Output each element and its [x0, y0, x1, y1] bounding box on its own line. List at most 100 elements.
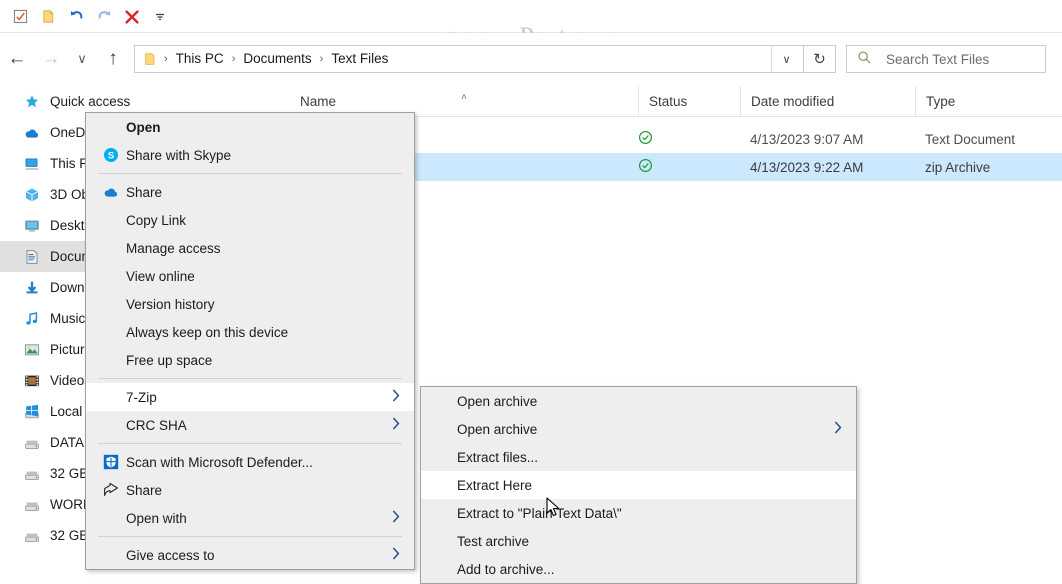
menu-item-version-history[interactable]: Version history: [86, 290, 414, 318]
onedrive-cloud-icon: [24, 125, 50, 141]
menu-item-view-online[interactable]: View online: [86, 262, 414, 290]
refresh-button[interactable]: ↻: [804, 45, 836, 73]
submenu-item-test-archive[interactable]: Test archive: [421, 527, 856, 555]
submenu-item-extract-to-plain-text-data[interactable]: Extract to "Plain Text Data\": [421, 499, 856, 527]
chevron-right-icon: [392, 547, 400, 563]
desktop-icon: [24, 218, 50, 234]
undo-icon[interactable]: [62, 4, 90, 30]
recent-locations-dropdown[interactable]: ∨: [68, 42, 96, 76]
submenu-item-extract-here[interactable]: Extract Here: [421, 471, 856, 499]
documents-icon: [24, 249, 50, 265]
menu-item-open-with[interactable]: Open with: [86, 504, 414, 532]
customize-dropdown-icon[interactable]: [146, 4, 174, 30]
menu-item-scan-with-microsoft-defender[interactable]: Scan with Microsoft Defender...: [86, 448, 414, 476]
folder-icon: [137, 52, 163, 66]
chevron-right-icon: [834, 421, 842, 437]
drive-icon: [24, 497, 50, 513]
menu-item-7-zip[interactable]: 7-Zip: [86, 383, 414, 411]
column-header-status-label[interactable]: Status: [649, 94, 687, 109]
address-history-dropdown-icon[interactable]: ∨: [771, 46, 801, 72]
submenu-item-extract-files[interactable]: Extract files...: [421, 443, 856, 471]
menu-item-label: Free up space: [126, 352, 213, 368]
column-header-type: Type: [915, 85, 1062, 117]
new-folder-icon[interactable]: [34, 4, 62, 30]
drive-icon: [24, 466, 50, 482]
menu-item-label: Open with: [126, 510, 187, 526]
column-header-date-modified: Date modified: [740, 85, 915, 117]
context-submenu-7zip[interactable]: Open archive Open archive Extract files...…: [420, 386, 857, 584]
back-button[interactable]: ←: [0, 42, 34, 76]
breadcrumb[interactable]: › This PC › Documents › Text Files ∨: [134, 45, 804, 73]
chevron-right-icon: [392, 417, 400, 433]
breadcrumb-item-this-pc[interactable]: This PC: [169, 47, 231, 71]
menu-item-label: Share: [126, 184, 163, 200]
onedrive-cloud-icon: [98, 184, 124, 200]
menu-item-label: Share with Skype: [126, 147, 232, 163]
submenu-item-label: Extract Here: [457, 477, 533, 493]
submenu-item-label: Extract to "Plain Text Data\": [457, 505, 622, 521]
submenu-item-label: Add to archive...: [457, 561, 555, 577]
up-button[interactable]: ↑: [96, 42, 130, 76]
search-input[interactable]: Search Text Files: [846, 45, 1046, 73]
menu-item-manage-access[interactable]: Manage access: [86, 234, 414, 262]
submenu-item-label: Open archive: [457, 421, 538, 437]
menu-item-share[interactable]: Share: [86, 476, 414, 504]
menu-separator: [98, 378, 402, 379]
column-header-type-label[interactable]: Type: [926, 94, 955, 109]
menu-item-open[interactable]: Open: [86, 113, 414, 141]
menu-item-label: Manage access: [126, 240, 221, 256]
3d-objects-icon: [24, 187, 50, 203]
sort-ascending-icon: ˄: [461, 91, 467, 103]
menu-item-label: Copy Link: [126, 212, 187, 228]
submenu-item-open-archive[interactable]: Open archive: [421, 415, 856, 443]
file-type-cell: zip Archive: [925, 159, 991, 175]
chevron-right-icon: [392, 510, 400, 526]
defender-shield-icon: [98, 454, 124, 470]
file-type-cell: Text Document: [925, 131, 1016, 147]
menu-item-label: 7-Zip: [126, 389, 157, 405]
properties-checkbox-icon[interactable]: [6, 4, 34, 30]
menu-item-share-with-skype[interactable]: S Share with Skype: [86, 141, 414, 169]
menu-item-label: Always keep on this device: [126, 324, 289, 340]
videos-icon: [24, 373, 50, 389]
menu-separator: [98, 443, 402, 444]
menu-item-label: Scan with Microsoft Defender...: [126, 454, 313, 470]
breadcrumb-item-documents[interactable]: Documents: [236, 47, 318, 71]
drive-icon: [24, 435, 50, 451]
submenu-item-open-archive[interactable]: Open archive: [421, 387, 856, 415]
menu-separator: [98, 173, 402, 174]
submenu-item-add-to-archive[interactable]: Add to archive...: [421, 555, 856, 583]
downloads-icon: [24, 280, 50, 296]
music-icon: [24, 311, 50, 327]
menu-item-label: Share: [126, 482, 163, 498]
delete-icon[interactable]: [118, 4, 146, 30]
breadcrumb-item-text-files[interactable]: Text Files: [324, 47, 395, 71]
column-header-date-label[interactable]: Date modified: [751, 94, 834, 109]
date-modified-cell: 4/13/2023 9:07 AM: [750, 131, 864, 147]
share-arrow-icon: [98, 482, 124, 498]
forward-button[interactable]: →: [34, 42, 68, 76]
menu-item-crc-sha[interactable]: CRC SHA: [86, 411, 414, 439]
chevron-right-icon: [392, 389, 400, 405]
menu-item-label: CRC SHA: [126, 417, 187, 433]
menu-item-always-keep-on-this-device[interactable]: Always keep on this device: [86, 318, 414, 346]
menu-item-share[interactable]: Share: [86, 178, 414, 206]
submenu-item-label: Test archive: [457, 533, 530, 549]
redo-icon[interactable]: [90, 4, 118, 30]
menu-item-free-up-space[interactable]: Free up space: [86, 346, 414, 374]
quick-access-toolbar: [0, 0, 1062, 33]
skype-icon: S: [98, 147, 124, 163]
menu-item-copy-link[interactable]: Copy Link: [86, 206, 414, 234]
context-menu[interactable]: Open S Share with Skype Share Copy Link Manag…: [85, 112, 415, 570]
cloud-available-check-icon: [638, 130, 740, 149]
drive-icon: [24, 528, 50, 544]
date-modified-cell: 4/13/2023 9:22 AM: [750, 159, 864, 175]
menu-item-give-access-to[interactable]: Give access to: [86, 541, 414, 569]
windows-drive-icon: [24, 404, 50, 420]
this-pc-icon: [24, 156, 50, 172]
svg-text:S: S: [108, 151, 114, 162]
submenu-item-label: Open archive: [457, 393, 538, 409]
address-bar-row: ← → ∨ ↑ › This PC › Documents › Text Fil…: [0, 33, 1062, 85]
search-icon: [857, 50, 872, 68]
menu-item-label: Open: [126, 119, 161, 135]
